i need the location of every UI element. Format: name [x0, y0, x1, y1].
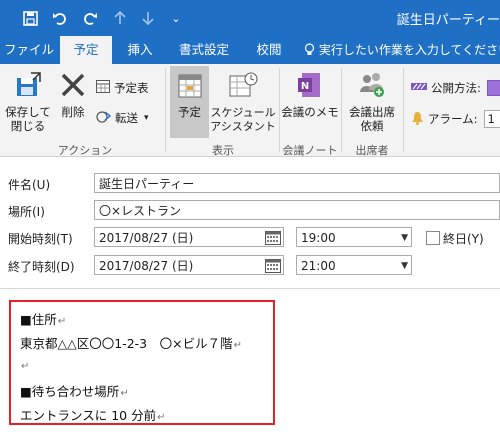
calendar-button[interactable]: 予定表	[96, 80, 149, 96]
appointment-form: 件名(U) 誕生日パーティー 場所(I) 〇×レストラン 開始時刻(T) 201…	[0, 157, 500, 285]
scheduling-assistant-icon	[210, 70, 276, 104]
tab-insert[interactable]: 挿入	[118, 36, 162, 64]
tab-review[interactable]: 校閲	[246, 36, 292, 64]
subject-label: 件名(U)	[8, 178, 51, 192]
forward-button[interactable]: 転送 ▾	[96, 110, 149, 126]
end-date-value: 2017/08/27 (日)	[99, 259, 194, 273]
end-time-label: 終了時刻(D)	[8, 260, 75, 274]
save-close-button[interactable]: 保存して 閉じる	[4, 70, 52, 133]
body-line: エントランスに 10 分前↵	[20, 408, 166, 423]
start-time-value: 19:00	[301, 231, 336, 245]
lightbulb-icon	[304, 43, 319, 57]
reminder-control[interactable]: アラーム: 1	[411, 110, 500, 128]
ribbon-divider	[341, 68, 342, 152]
location-input[interactable]: 〇×レストラン	[94, 200, 500, 220]
delete-x-icon	[55, 70, 91, 103]
scheduling-assistant-label-1: スケジュール	[210, 106, 276, 119]
arrow-up-icon[interactable]	[110, 8, 130, 28]
show-as-icon	[411, 81, 427, 95]
body-line: ■待ち合わせ場所↵	[20, 384, 129, 399]
forward-label: 転送	[115, 111, 138, 125]
ribbon: 保存して 閉じる 削除 予定表 転送 ▾ アクション 予定 スケジュール アシス…	[0, 64, 500, 157]
start-time-select[interactable]: 19:00 ▼	[296, 227, 412, 247]
calendar-label: 予定表	[114, 81, 149, 95]
start-time-label: 開始時刻(T)	[8, 232, 73, 246]
end-time-select[interactable]: 21:00 ▼	[296, 255, 412, 275]
start-date-calendar-icon[interactable]	[265, 230, 281, 245]
return-mark-icon: ↵	[233, 340, 242, 351]
meeting-notes-button[interactable]: N 会議のメモ	[281, 70, 339, 119]
forward-icon	[96, 110, 112, 126]
body-line: ■住所↵	[20, 312, 67, 327]
show-as-label: 公開方法:	[431, 81, 481, 95]
invite-attendees-label-2: 依頼	[360, 119, 384, 133]
tab-appointment[interactable]: 予定	[60, 36, 112, 65]
invite-attendees-button[interactable]: 会議出席 依頼	[343, 70, 401, 133]
save-close-icon	[4, 70, 52, 103]
appointment-view-button[interactable]: 予定	[170, 70, 209, 119]
ribbon-divider	[279, 68, 280, 152]
save-icon[interactable]	[20, 8, 40, 28]
tell-me-box[interactable]: 実行したい作業を入力してください	[304, 36, 500, 64]
location-label: 場所(I)	[8, 205, 45, 219]
bell-icon	[411, 111, 424, 128]
all-day-label: 終日(Y)	[443, 232, 484, 246]
reminder-input[interactable]: 1	[483, 110, 500, 128]
group-label-attendees: 出席者	[355, 144, 389, 157]
chevron-down-icon: ▼	[401, 233, 408, 243]
return-mark-icon: ↵	[120, 388, 129, 399]
arrow-down-icon[interactable]	[138, 8, 158, 28]
svg-text:N: N	[301, 81, 309, 92]
return-mark-icon: ↵	[157, 412, 166, 423]
all-day-checkbox[interactable]	[426, 231, 440, 245]
onenote-icon: N	[281, 70, 339, 103]
subject-input[interactable]: 誕生日パーティー	[94, 173, 500, 193]
end-date-input[interactable]: 2017/08/27 (日)	[94, 255, 284, 275]
end-time-value: 21:00	[301, 259, 336, 273]
forward-dropdown-icon[interactable]: ▾	[144, 113, 149, 123]
title-bar: ⌄ 誕生日パーティー	[0, 0, 500, 36]
show-as-control[interactable]: 公開方法:	[411, 80, 500, 96]
tell-me-text: 実行したい作業を入力してください	[318, 43, 500, 57]
show-as-color-swatch[interactable]	[486, 80, 500, 96]
ribbon-tab-bar: ファイル 予定 挿入 書式設定 校閲 実行したい作業を入力してください	[0, 36, 500, 65]
attendees-icon	[343, 70, 401, 103]
tab-format[interactable]: 書式設定	[168, 36, 240, 64]
chevron-down-icon: ▼	[401, 261, 408, 271]
window-title: 誕生日パーティー	[396, 13, 500, 28]
delete-button[interactable]: 削除	[55, 70, 91, 119]
save-close-label-2: 閉じる	[10, 119, 46, 133]
appointment-view-label: 予定	[178, 105, 201, 119]
end-date-calendar-icon[interactable]	[265, 258, 281, 273]
scheduling-assistant-label-2: アシスタント	[210, 120, 276, 133]
return-mark-icon: ↵	[21, 361, 30, 372]
redo-icon[interactable]	[80, 8, 100, 28]
start-date-value: 2017/08/27 (日)	[99, 231, 194, 245]
group-label-show: 表示	[212, 144, 234, 157]
appointment-body-editor[interactable]: ■住所↵ 東京都△△区〇〇1-2-3 〇×ビル７階↵ ↵ ■待ち合わせ場所↵ エ…	[0, 288, 500, 432]
delete-label: 削除	[61, 105, 85, 119]
calendar-grid-icon	[96, 80, 110, 96]
body-line: ↵	[20, 357, 29, 372]
group-label-actions: アクション	[57, 144, 113, 157]
scheduling-assistant-button[interactable]: スケジュール アシスタント	[210, 70, 276, 134]
group-label-meeting-notes: 会議ノート	[282, 144, 338, 157]
appointment-calendar-icon	[170, 70, 209, 103]
ribbon-divider	[165, 68, 166, 152]
body-line: 東京都△△区〇〇1-2-3 〇×ビル７階↵	[20, 336, 242, 351]
start-date-input[interactable]: 2017/08/27 (日)	[94, 227, 284, 247]
invite-attendees-label-1: 会議出席	[349, 105, 395, 119]
meeting-notes-label: 会議のメモ	[281, 105, 339, 119]
undo-icon[interactable]	[50, 8, 70, 28]
save-close-label-1: 保存して	[5, 105, 51, 119]
tab-file[interactable]: ファイル	[0, 36, 58, 64]
ribbon-divider	[403, 68, 404, 152]
reminder-label: アラーム:	[428, 112, 478, 126]
return-mark-icon: ↵	[57, 316, 67, 327]
customize-toolbar-icon[interactable]: ⌄	[166, 8, 186, 28]
